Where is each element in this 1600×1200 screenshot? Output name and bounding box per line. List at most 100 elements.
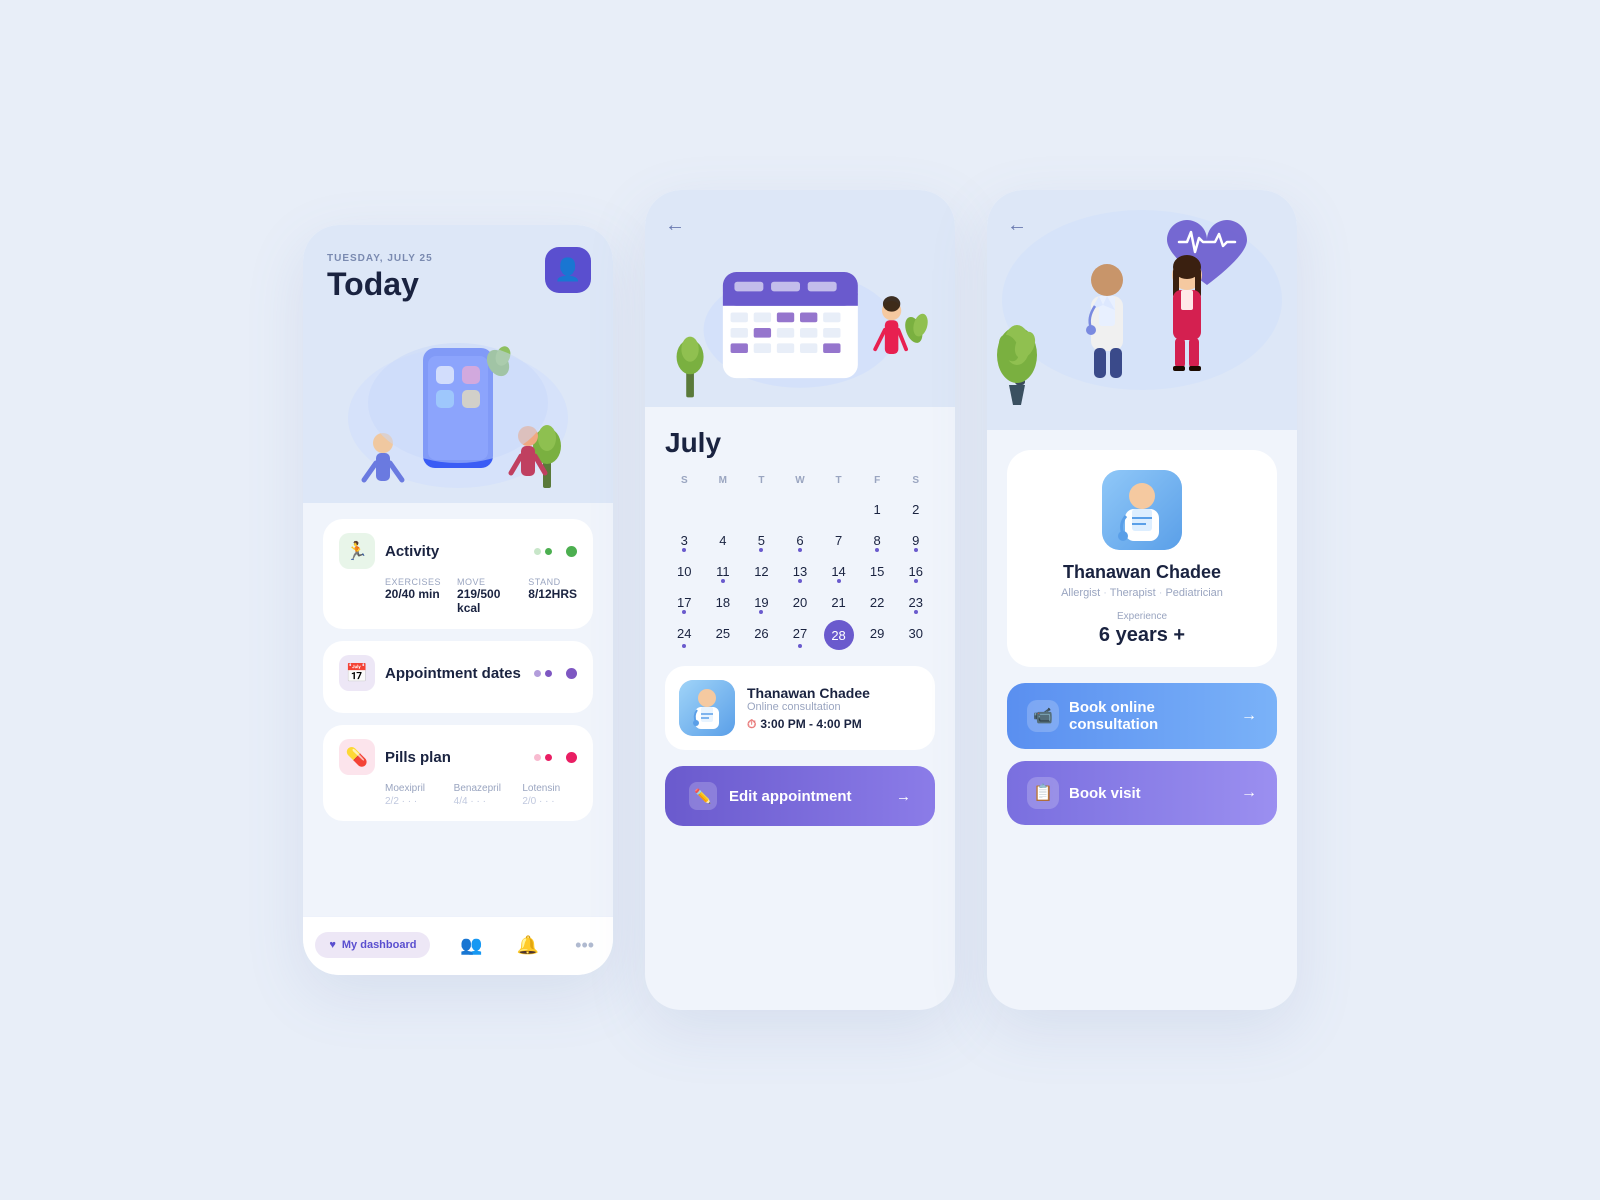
pills-section: 💊 Pills plan Moexipril 2/2 · · · Benazep… [323, 725, 593, 821]
edit-appointment-button[interactable]: ✏️ Edit appointment → [665, 766, 935, 826]
calendar-day[interactable]: 7 [819, 527, 858, 554]
video-call-icon: 📹 [1027, 700, 1059, 732]
calendar-day[interactable]: 5 [742, 527, 781, 554]
experience-label: Experience [1117, 611, 1167, 622]
stat-value: 20/40 min [385, 587, 441, 601]
calendar-day[interactable]: 22 [858, 589, 897, 616]
calendar-day[interactable]: 21 [819, 589, 858, 616]
calendar-day[interactable]: 10 [665, 558, 704, 585]
calendar-day[interactable]: 18 [704, 589, 743, 616]
dot [545, 754, 552, 761]
calendar-day[interactable]: 4 [704, 527, 743, 554]
dot [566, 546, 577, 557]
calendar-day[interactable]: 30 [896, 620, 935, 650]
time-value: 3:00 PM - 4:00 PM [760, 717, 861, 731]
dashboard-label: My dashboard [342, 939, 417, 951]
dot [545, 548, 552, 555]
dot [534, 670, 541, 677]
calendar-day[interactable]: 3 [665, 527, 704, 554]
calendar-day[interactable]: 24 [665, 620, 704, 650]
pills-row: Moexipril 2/2 · · · Benazepril 4/4 · · ·… [339, 783, 577, 807]
screen3-card: ← [987, 190, 1297, 1010]
screen1-top: TUESDAY, JULY 25 Today 👤 [303, 225, 613, 503]
calendar-day[interactable]: 11 [704, 558, 743, 585]
calendar-day[interactable]: 13 [781, 558, 820, 585]
activity-stats: Exercises 20/40 min Move 219/500 kcal St… [339, 577, 577, 615]
weekday: F [858, 471, 897, 490]
weekday: T [742, 471, 781, 490]
appointment-icon: 📅 [339, 655, 375, 691]
calendar-day[interactable]: 23 [896, 589, 935, 616]
stat-label: Stand [528, 577, 577, 587]
calendar-day[interactable]: 15 [858, 558, 897, 585]
book-visit-button[interactable]: 📋 Book visit → [1007, 761, 1277, 825]
stat-label: Move [457, 577, 512, 587]
activity-title: Activity [385, 543, 439, 560]
activity-icon: 🏃 [339, 533, 375, 569]
calendar-day [704, 496, 743, 523]
calendar-day[interactable]: 6 [781, 527, 820, 554]
screen2-svg-illus [665, 250, 935, 405]
calendar-day[interactable]: 16 [896, 558, 935, 585]
calendar-day[interactable]: 2 [896, 496, 935, 523]
book-online-label: Book online consultation [1059, 699, 1241, 733]
experience-value: 6 years + [1099, 624, 1185, 647]
calendar-day [742, 496, 781, 523]
activity-section: 🏃 Activity Exercises 20/40 min Move [323, 519, 593, 629]
calendar-day[interactable]: 9 [896, 527, 935, 554]
doctor-profile-card: Thanawan Chadee Allergist · Therapist · … [1007, 450, 1277, 667]
book-online-consultation-button[interactable]: 📹 Book online consultation → [1007, 683, 1277, 749]
calendar-weekdays: S M T W T F S [665, 471, 935, 490]
stat-move: Move 219/500 kcal [457, 577, 512, 615]
pill-val: 2/0 · · · [522, 796, 577, 807]
stat-stand: Stand 8/12HRS [528, 577, 577, 615]
calendar-day[interactable]: 17 [665, 589, 704, 616]
screen2-back-button[interactable]: ← [665, 214, 935, 237]
calendar-day[interactable]: 8 [858, 527, 897, 554]
pill-moexipril: Moexipril 2/2 · · · [385, 783, 440, 807]
calendar-day [665, 496, 704, 523]
weekday: M [704, 471, 743, 490]
weekday: S [665, 471, 704, 490]
appointment-section: 📅 Appointment dates [323, 641, 593, 713]
calendar-day[interactable]: 14 [819, 558, 858, 585]
appointment-title: Appointment dates [385, 665, 521, 682]
appointment-info: Thanawan Chadee Online consultation ⏱ 3:… [747, 685, 921, 732]
arrow-icon: → [1241, 784, 1257, 802]
pills-dots [534, 754, 552, 761]
calendar-day[interactable]: 12 [742, 558, 781, 585]
calendar-day[interactable]: 29 [858, 620, 897, 650]
screen2-top: ← [645, 190, 955, 407]
doctor-avatar-svg [679, 680, 735, 736]
calendar-day[interactable]: 26 [742, 620, 781, 650]
pill-name: Moexipril [385, 783, 440, 794]
pill-benazepril: Benazepril 4/4 · · · [454, 783, 509, 807]
appt-dots [534, 670, 552, 677]
bell-icon[interactable]: 🔔 [512, 929, 544, 961]
appointment-doctor-name: Thanawan Chadee [747, 685, 921, 701]
screen1-card: TUESDAY, JULY 25 Today 👤 [303, 225, 613, 975]
doctor-large-avatar [1102, 470, 1182, 550]
dot [566, 752, 577, 763]
activity-dots [534, 548, 552, 555]
appointment-type: Online consultation [747, 701, 921, 713]
calendar-day[interactable]: 28 [824, 620, 854, 650]
specialty-pediatrician: Pediatrician [1165, 587, 1222, 599]
people-icon[interactable]: 👥 [455, 929, 487, 961]
appointment-header: 📅 Appointment dates [339, 655, 577, 691]
calendar-day[interactable]: 20 [781, 589, 820, 616]
pill-val: 2/2 · · · [385, 796, 440, 807]
pill-name: Lotensin [522, 783, 577, 794]
calendar-day[interactable]: 1 [858, 496, 897, 523]
more-icon[interactable]: ••• [569, 929, 601, 961]
pills-title: Pills plan [385, 749, 451, 766]
heart-icon: ♥ [329, 939, 336, 951]
pills-header: 💊 Pills plan [339, 739, 577, 775]
calendar-day[interactable]: 19 [742, 589, 781, 616]
calendar-day[interactable]: 27 [781, 620, 820, 650]
screen3-back-button[interactable]: ← [1007, 214, 1277, 237]
avatar[interactable]: 👤 [545, 247, 591, 293]
dashboard-button[interactable]: ♥ My dashboard [315, 932, 430, 958]
calendar-day[interactable]: 25 [704, 620, 743, 650]
edit-icon: ✏️ [689, 782, 717, 810]
